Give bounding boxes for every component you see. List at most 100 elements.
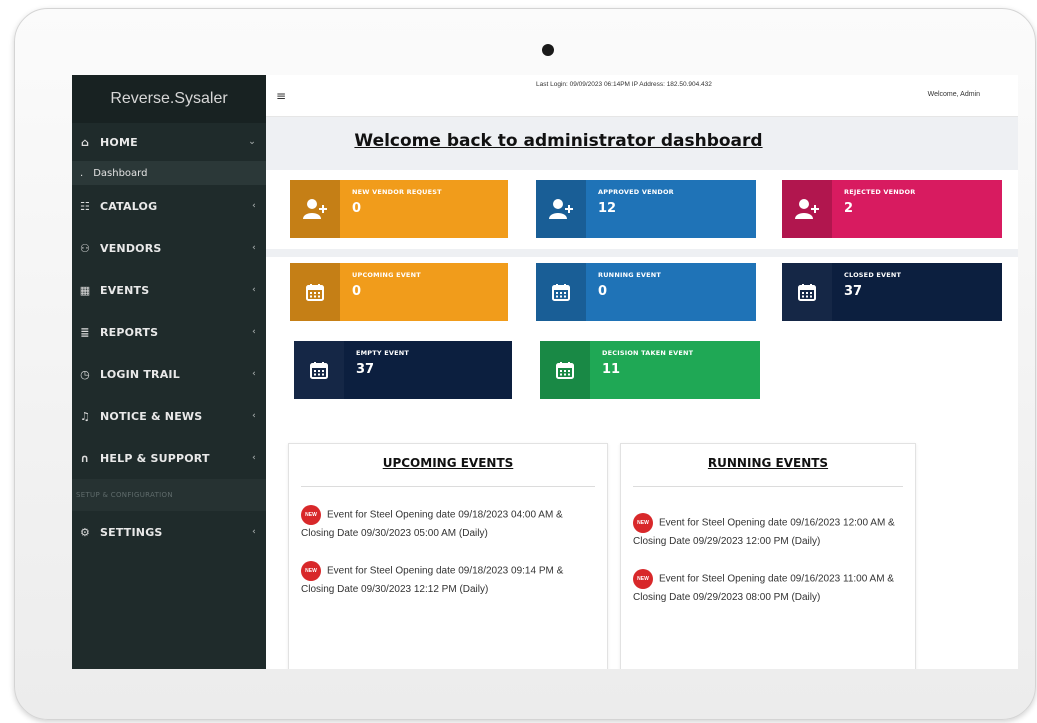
card-title: EMPTY EVENT: [356, 349, 410, 357]
user-plus-icon: [536, 180, 586, 238]
sidebar-item-label: Dashboard: [93, 167, 148, 179]
list-item[interactable]: NEW Event for Steel Opening date 09/16/20…: [621, 513, 915, 551]
event-text: Event for Steel Opening date 09/16/2023 …: [633, 517, 895, 547]
chevron-left-icon: ‹: [252, 243, 256, 253]
user-plus-icon: [782, 180, 832, 238]
user-plus-icon: [290, 180, 340, 238]
gear-icon: ⚙: [79, 525, 91, 539]
card-value: 37: [356, 362, 375, 377]
card-approved-vendor[interactable]: APPROVED VENDOR 12: [536, 180, 756, 238]
clock-icon: ◷: [80, 367, 90, 381]
new-badge-icon: NEW: [301, 505, 321, 525]
card-decision-taken-event[interactable]: DECISION TAKEN EVENT 11: [540, 341, 760, 399]
brand-logo[interactable]: Reverse.Sysaler: [72, 75, 266, 123]
sidebar-item-label: EVENTS: [100, 283, 150, 297]
sidebar-item-events[interactable]: ▦ EVENTS ‹: [72, 269, 266, 311]
calendar-icon: [294, 341, 344, 399]
user-plus-icon: ⚇: [79, 241, 91, 255]
sidebar-item-label: VENDORS: [100, 241, 162, 255]
camera-dot: [542, 44, 554, 56]
panel-divider: [301, 486, 595, 487]
card-upcoming-event[interactable]: UPCOMING EVENT 0: [290, 263, 508, 321]
calendar-icon: ▦: [79, 283, 91, 297]
chevron-left-icon: ‹: [252, 369, 256, 379]
list-item[interactable]: NEW Event for Steel Opening date 09/16/20…: [621, 569, 915, 607]
page-title: Welcome back to administrator dashboard: [354, 131, 763, 151]
tablet-frame: Reverse.Sysaler ⌂ HOME ⌄ . Dashboard ☷ C…: [14, 8, 1036, 720]
card-value: 0: [598, 284, 608, 299]
new-badge-icon: NEW: [301, 561, 321, 581]
sidebar-item-label: LOGIN TRAIL: [100, 367, 180, 381]
card-title: DECISION TAKEN EVENT: [602, 349, 694, 357]
sidebar-item-label: HOME: [100, 135, 138, 149]
chevron-left-icon: ‹: [252, 411, 256, 421]
upcoming-events-panel: UPCOMING EVENTS NEW Event for Steel Openi…: [288, 443, 608, 669]
new-badge-icon: NEW: [633, 513, 653, 533]
new-badge-icon: NEW: [633, 569, 653, 589]
sidebar: Reverse.Sysaler ⌂ HOME ⌄ . Dashboard ☷ C…: [72, 75, 266, 669]
card-rejected-vendor[interactable]: REJECTED VENDOR 2: [782, 180, 1002, 238]
card-title: REJECTED VENDOR: [844, 188, 916, 196]
card-title: APPROVED VENDOR: [598, 188, 674, 196]
divider-band: [266, 249, 1018, 257]
card-title: CLOSED EVENT: [844, 271, 902, 279]
panel-divider: [633, 486, 903, 487]
chart-icon: ≣: [80, 325, 90, 339]
sidebar-section-label: SETUP & CONFIGURATION: [72, 479, 266, 511]
bell-icon: ♫: [79, 409, 91, 423]
chevron-left-icon: ‹: [252, 285, 256, 295]
event-text: Event for Steel Opening date 09/18/2023 …: [301, 565, 564, 595]
calendar-icon: [782, 263, 832, 321]
sidebar-item-dashboard[interactable]: . Dashboard: [72, 161, 266, 185]
card-new-vendor-request[interactable]: NEW VENDOR REQUEST 0: [290, 180, 508, 238]
chevron-left-icon: ‹: [252, 201, 256, 211]
sidebar-item-reports[interactable]: ≣ REPORTS ‹: [72, 311, 266, 353]
event-text: Event for Steel Opening date 09/18/2023 …: [301, 509, 563, 539]
card-value: 0: [352, 201, 362, 216]
list-item[interactable]: NEW Event for Steel Opening date 09/18/20…: [289, 505, 607, 543]
card-title: NEW VENDOR REQUEST: [352, 188, 442, 196]
calendar-icon: [536, 263, 586, 321]
bullet: .: [80, 167, 84, 179]
last-login-info: Last Login: 09/09/2023 06:14PM IP Addres…: [536, 81, 712, 88]
sidebar-item-label: REPORTS: [100, 325, 159, 339]
headset-icon: ∩: [80, 451, 90, 465]
calendar-icon: [290, 263, 340, 321]
card-value: 12: [598, 201, 617, 216]
card-value: 11: [602, 362, 621, 377]
sidebar-item-catalog[interactable]: ☷ CATALOG ‹: [72, 185, 266, 227]
topbar: ≡ Last Login: 09/09/2023 06:14PM IP Addr…: [266, 75, 1018, 117]
card-closed-event[interactable]: CLOSED EVENT 37: [782, 263, 1002, 321]
calendar-icon: [540, 341, 590, 399]
sidebar-item-login-trail[interactable]: ◷ LOGIN TRAIL ‹: [72, 353, 266, 395]
card-empty-event[interactable]: EMPTY EVENT 37: [294, 341, 512, 399]
sidebar-item-label: HELP & SUPPORT: [100, 451, 210, 465]
running-events-panel: RUNNING EVENTS NEW Event for Steel Openin…: [620, 443, 916, 669]
sidebar-item-vendors[interactable]: ⚇ VENDORS ‹: [72, 227, 266, 269]
sitemap-icon: ☷: [79, 199, 91, 213]
sidebar-item-label: SETTINGS: [100, 525, 163, 539]
list-item[interactable]: NEW Event for Steel Opening date 09/18/20…: [289, 561, 607, 599]
panel-title: RUNNING EVENTS: [707, 456, 829, 470]
event-text: Event for Steel Opening date 09/16/2023 …: [633, 573, 894, 603]
chevron-left-icon: ‹: [252, 327, 256, 337]
sidebar-item-settings[interactable]: ⚙ SETTINGS ‹: [72, 511, 266, 553]
card-title: UPCOMING EVENT: [352, 271, 421, 279]
home-icon: ⌂: [80, 135, 90, 149]
chevron-down-icon: ⌄: [248, 137, 256, 147]
main-content: Welcome back to administrator dashboard …: [266, 117, 1018, 669]
panel-title: UPCOMING EVENTS: [382, 456, 514, 470]
sidebar-item-label: CATALOG: [100, 199, 158, 213]
sidebar-item-home[interactable]: ⌂ HOME ⌄: [72, 123, 266, 161]
card-value: 2: [844, 201, 854, 216]
card-title: RUNNING EVENT: [598, 271, 662, 279]
sidebar-item-help-support[interactable]: ∩ HELP & SUPPORT ‹: [72, 437, 266, 479]
sidebar-item-notice-news[interactable]: ♫ NOTICE & NEWS ‹: [72, 395, 266, 437]
screen: Reverse.Sysaler ⌂ HOME ⌄ . Dashboard ☷ C…: [72, 75, 1018, 669]
card-running-event[interactable]: RUNNING EVENT 0: [536, 263, 756, 321]
sidebar-item-label: NOTICE & NEWS: [100, 409, 203, 423]
menu-icon[interactable]: ≡: [276, 89, 286, 103]
user-greeting[interactable]: Welcome, Admin: [928, 91, 980, 98]
card-value: 0: [352, 284, 362, 299]
card-value: 37: [844, 284, 863, 299]
